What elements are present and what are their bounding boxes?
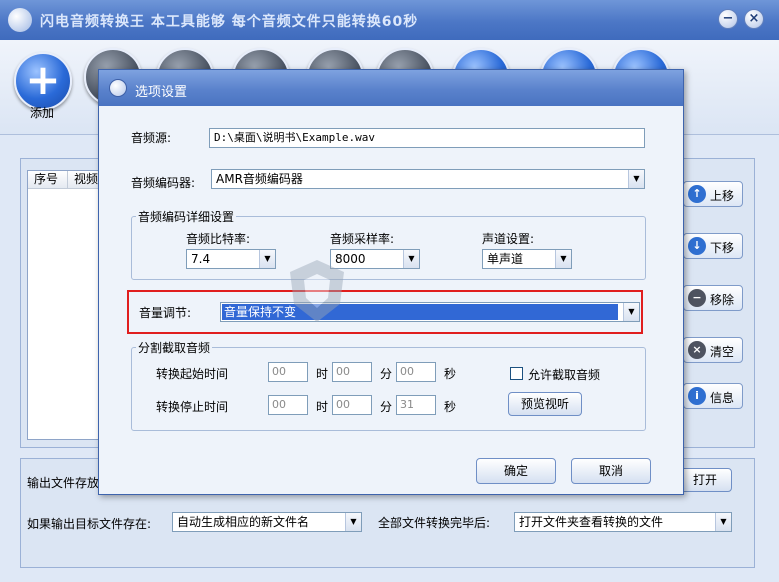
after-all-label: 全部文件转换完毕后: [378,516,491,530]
after-all-value: 打开文件夹查看转换的文件 [519,515,664,529]
add-button-label: 添加 [30,106,55,120]
main-titlebar: 闪电音频转换王 本工具能够 每个音频文件只能转换60秒 − × [0,0,779,40]
channel-value: 单声道 [487,252,524,266]
chevron-down-icon[interactable]: ▼ [715,513,731,531]
audio-encoder-label: 音频编码器: [131,176,196,190]
start-second-field[interactable]: 00 [396,362,436,382]
cancel-button[interactable]: 取消 [571,458,651,484]
split-audio-title: 分割截取音频 [136,339,213,356]
plus-icon: + [25,55,61,104]
chevron-down-icon[interactable]: ▼ [403,250,419,268]
encoding-detail-title: 音频编码详细设置 [136,208,237,225]
chevron-down-icon[interactable]: ▼ [345,513,361,531]
volume-label: 音量调节: [139,306,192,320]
start-minute-field[interactable]: 00 [332,362,372,382]
app-logo-icon [8,8,32,32]
channel-label: 声道设置: [482,232,535,246]
clear-x-icon: × [688,341,706,359]
allow-cut-label: 允许截取音频 [528,368,601,382]
remove-button[interactable]: − 移除 [683,285,743,311]
audio-source-field[interactable]: D:\桌面\说明书\Example.wav [209,128,645,148]
add-button[interactable]: + [14,52,72,110]
output-folder-label: 输出文件存放 [27,476,100,490]
stop-hour-unit: 时 [316,400,329,414]
info-label: 信息 [710,391,735,405]
move-up-button[interactable]: ↑ 上移 [683,181,743,207]
if-exists-select[interactable]: 自动生成相应的新文件名 ▼ [172,512,362,532]
arrow-up-icon: ↑ [688,185,706,203]
chevron-down-icon[interactable]: ▼ [623,303,639,321]
clear-label: 清空 [710,345,735,359]
bitrate-select[interactable]: 7.4 ▼ [186,249,276,269]
chevron-down-icon[interactable]: ▼ [628,170,644,188]
start-second-unit: 秒 [444,367,457,381]
info-button[interactable]: i 信息 [683,383,743,409]
start-hour-field[interactable]: 00 [268,362,308,382]
open-folder-button[interactable]: 打开 [678,468,732,492]
audio-encoder-select[interactable]: AMR音频编码器 ▼ [211,169,645,189]
minus-icon: − [688,289,706,307]
stop-time-label: 转换停止时间 [156,400,229,414]
samplerate-value: 8000 [335,252,366,266]
main-window-title: 闪电音频转换王 本工具能够 每个音频文件只能转换60秒 [40,14,419,30]
samplerate-label: 音频采样率: [330,232,395,246]
chevron-down-icon[interactable]: ▼ [259,250,275,268]
file-list[interactable]: 序号 视频 [27,170,100,440]
info-icon: i [688,387,706,405]
if-exists-value: 自动生成相应的新文件名 [177,515,310,529]
close-button[interactable]: × [744,9,764,29]
move-up-label: 上移 [710,189,735,203]
if-exists-label: 如果输出目标文件存在: [27,517,152,531]
split-audio-group: 分割截取音频 转换起始时间 00 时 00 分 00 秒 转换停止时间 00 时… [131,339,646,431]
samplerate-select[interactable]: 8000 ▼ [330,249,420,269]
channel-select[interactable]: 单声道 ▼ [482,249,572,269]
minimize-button[interactable]: − [718,9,738,29]
move-down-label: 下移 [710,241,735,255]
options-dialog: 选项设置 音频源: D:\桌面\说明书\Example.wav 音频编码器: A… [98,69,684,495]
audio-encoder-value: AMR音频编码器 [216,172,303,186]
chevron-down-icon[interactable]: ▼ [555,250,571,268]
stop-second-field[interactable]: 31 [396,395,436,415]
remove-label: 移除 [710,293,735,307]
column-header-video[interactable]: 视频 [68,171,100,189]
dialog-body: 音频源: D:\桌面\说明书\Example.wav 音频编码器: AMR音频编… [99,106,683,494]
encoding-detail-group: 音频编码详细设置 音频比特率: 7.4 ▼ 音频采样率: 8000 ▼ 声道设置… [131,208,646,280]
bitrate-label: 音频比特率: [186,232,251,246]
stop-second-unit: 秒 [444,400,457,414]
start-hour-unit: 时 [316,367,329,381]
volume-value: 音量保持不变 [221,303,619,321]
bitrate-value: 7.4 [191,252,211,266]
preview-button[interactable]: 预览视听 [508,392,582,416]
ok-button[interactable]: 确定 [476,458,556,484]
after-all-select[interactable]: 打开文件夹查看转换的文件 ▼ [514,512,732,532]
dialog-app-icon [109,79,127,97]
stop-minute-field[interactable]: 00 [332,395,372,415]
allow-cut-checkbox[interactable] [510,367,523,380]
arrow-down-icon: ↓ [688,237,706,255]
start-minute-unit: 分 [380,367,393,381]
stop-hour-field[interactable]: 00 [268,395,308,415]
start-time-label: 转换起始时间 [156,367,229,381]
column-header-index[interactable]: 序号 [28,171,68,189]
stop-minute-unit: 分 [380,400,393,414]
clear-button[interactable]: × 清空 [683,337,743,363]
dialog-titlebar[interactable]: 选项设置 [99,70,683,106]
dialog-title: 选项设置 [135,85,188,100]
move-down-button[interactable]: ↓ 下移 [683,233,743,259]
audio-source-label: 音频源: [131,131,172,145]
volume-select[interactable]: 音量保持不变 ▼ [220,302,640,322]
